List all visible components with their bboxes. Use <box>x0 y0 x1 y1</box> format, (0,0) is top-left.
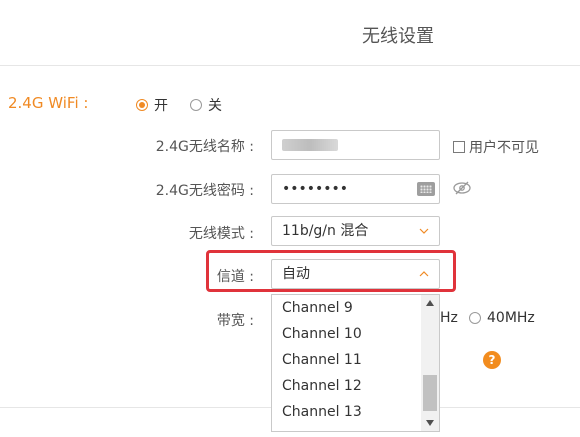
wifi-on-option[interactable]: 开 <box>136 95 168 115</box>
password-label: 2.4G无线密码 : <box>155 183 254 199</box>
channel-value: 自动 <box>282 266 310 282</box>
scroll-up-arrow-icon[interactable] <box>425 299 435 307</box>
channel-option[interactable]: Channel 13 <box>272 399 439 425</box>
wifi-off-option[interactable]: 关 <box>190 95 222 115</box>
bandwidth-label: 带宽 : <box>216 313 254 329</box>
keyboard-icon[interactable] <box>417 182 435 196</box>
bandwidth-40-radio[interactable] <box>469 312 481 324</box>
scroll-down-arrow-icon[interactable] <box>425 419 435 427</box>
mode-value: 11b/g/n 混合 <box>282 223 369 239</box>
wifi-24g-label: 2.4G WiFi : <box>8 94 89 112</box>
mode-select[interactable]: 11b/g/n 混合 <box>271 216 440 246</box>
password-value: •••••••• <box>282 181 349 197</box>
wifi-off-label: 关 <box>208 98 222 114</box>
channel-option[interactable]: Channel 9 <box>272 295 439 321</box>
scrollbar-thumb[interactable] <box>423 375 437 411</box>
wifi-on-label: 开 <box>154 98 168 114</box>
bandwidth-40-label: 40MHz <box>487 310 535 326</box>
dropdown-scrollbar[interactable] <box>421 295 439 431</box>
help-icon[interactable]: ? <box>483 351 501 369</box>
channel-label: 信道 : <box>216 269 254 285</box>
channel-option[interactable]: Channel 11 <box>272 347 439 373</box>
hide-ssid-checkbox[interactable] <box>453 141 465 153</box>
ssid-label: 2.4G无线名称 : <box>155 139 254 155</box>
ssid-value-masked <box>282 139 338 151</box>
channel-select[interactable]: 自动 <box>271 259 440 289</box>
mode-label: 无线模式 : <box>188 226 254 242</box>
eye-hidden-icon[interactable] <box>452 180 472 200</box>
wifi-on-radio[interactable] <box>136 99 148 111</box>
hide-ssid-option[interactable]: 用户不可见 <box>453 137 539 157</box>
channel-option[interactable]: Channel 12 <box>272 373 439 399</box>
wifi-off-radio[interactable] <box>190 99 202 111</box>
bandwidth-40-option[interactable]: 40MHz <box>469 310 535 326</box>
channel-option[interactable]: Channel 10 <box>272 321 439 347</box>
ssid-input[interactable] <box>271 130 440 160</box>
page-title: 无线设置 <box>362 26 434 47</box>
hide-ssid-label: 用户不可见 <box>469 140 539 156</box>
channel-dropdown-list[interactable]: Channel 9 Channel 10 Channel 11 Channel … <box>271 294 440 432</box>
title-divider <box>0 65 580 66</box>
bandwidth-20-partial: Hz <box>440 310 458 326</box>
password-input[interactable]: •••••••• <box>271 174 440 204</box>
